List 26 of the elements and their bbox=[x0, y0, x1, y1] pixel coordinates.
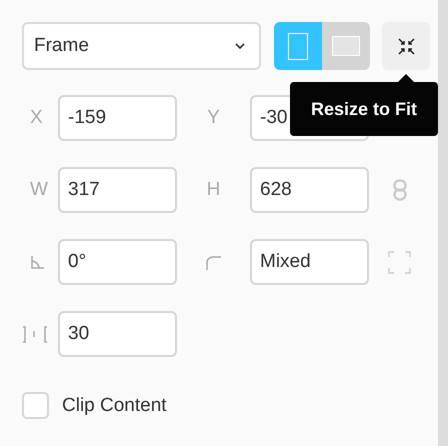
type-dropdown[interactable]: Frame bbox=[22, 22, 261, 70]
corner-radius-icon bbox=[206, 254, 221, 270]
link-icon bbox=[392, 179, 406, 201]
portrait-button[interactable] bbox=[274, 22, 322, 70]
number-field[interactable]: Mixed bbox=[250, 239, 369, 285]
number-field[interactable]: 317 bbox=[58, 167, 177, 213]
number-field[interactable]: 0° bbox=[58, 239, 177, 285]
landscape-icon bbox=[332, 36, 360, 56]
rotation-icon bbox=[30, 254, 45, 270]
checkbox[interactable] bbox=[22, 392, 49, 419]
tooltip-arrow bbox=[398, 74, 414, 82]
number-field[interactable]: -159 bbox=[58, 95, 177, 141]
field-label: H bbox=[206, 179, 220, 201]
resize-to-fit-button[interactable] bbox=[382, 22, 430, 70]
field-label: Y bbox=[207, 107, 220, 129]
shrink-arrows-icon bbox=[398, 38, 414, 54]
field-label: X bbox=[29, 107, 44, 129]
corners-icon bbox=[388, 250, 411, 274]
chevron-down-icon bbox=[235, 43, 245, 49]
spacing-icon bbox=[22, 326, 49, 342]
number-field[interactable]: 30 bbox=[58, 311, 177, 357]
checkbox-label: Clip Content bbox=[62, 394, 167, 416]
portrait-icon bbox=[288, 32, 308, 60]
landscape-button[interactable] bbox=[322, 22, 370, 70]
field-label: W bbox=[29, 179, 49, 201]
number-field[interactable]: 628 bbox=[250, 167, 369, 213]
